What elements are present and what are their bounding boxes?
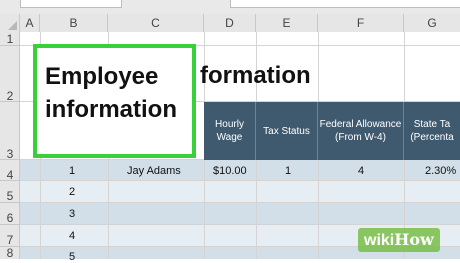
row-header-4[interactable]: 4 xyxy=(0,160,20,182)
row-header-6[interactable]: 6 xyxy=(0,203,20,225)
row-header-1[interactable]: 1 xyxy=(0,32,20,46)
formula-input[interactable] xyxy=(230,0,460,8)
cell-employee-name[interactable]: Jay Adams xyxy=(127,165,181,177)
header-hourly-wage[interactable]: Hourly Wage xyxy=(204,102,256,160)
row-header-3[interactable]: 3 xyxy=(0,102,20,161)
cell-number[interactable]: 2 xyxy=(69,186,75,198)
row-headers: 1 2 3 4 5 6 7 8 xyxy=(0,32,20,259)
column-header-c[interactable]: C xyxy=(108,14,204,32)
row-header-8[interactable]: 8 xyxy=(0,247,20,259)
cell-number[interactable]: 5 xyxy=(69,251,75,263)
callout-line-1: Employee xyxy=(45,63,159,90)
callout-title-text: Employee information xyxy=(45,60,177,126)
title-cell-callout: Employee information xyxy=(33,44,196,158)
row-header-2[interactable]: 2 xyxy=(0,46,20,103)
row-header-5[interactable]: 5 xyxy=(0,181,20,203)
wikihow-watermark: wikiHow xyxy=(358,228,440,252)
header-tax-status[interactable]: Tax Status xyxy=(256,102,318,160)
column-header-d[interactable]: D xyxy=(204,14,256,32)
callout-line-2: information xyxy=(45,96,177,123)
watermark-wiki: wiki xyxy=(364,232,395,249)
column-header-g[interactable]: G xyxy=(404,14,460,32)
select-all-corner[interactable] xyxy=(0,14,20,32)
column-header-a[interactable]: A xyxy=(20,14,40,32)
cell-federal-allowance[interactable]: 4 xyxy=(358,165,364,177)
cell-hourly-wage[interactable]: $10.00 xyxy=(213,165,247,177)
cell-number[interactable]: 4 xyxy=(69,230,75,242)
row-header-7[interactable]: 7 xyxy=(0,225,20,247)
column-header-b[interactable]: B xyxy=(40,14,108,32)
watermark-how: How xyxy=(394,230,434,249)
header-state-tax[interactable]: State Ta (Percenta xyxy=(404,102,460,160)
header-row: Hourly Wage Tax Status Federal Allowance… xyxy=(204,102,460,160)
grid-row-5 xyxy=(20,181,460,203)
formula-bar-area xyxy=(0,0,460,14)
header-federal-allowance[interactable]: Federal Allowance (From W-4) xyxy=(318,102,404,160)
column-header-e[interactable]: E xyxy=(256,14,318,32)
cell-tax-status[interactable]: 1 xyxy=(285,165,291,177)
cell-number[interactable]: 1 xyxy=(69,165,75,177)
cell-state-tax[interactable]: 2.30% xyxy=(425,165,456,177)
grid-row-6 xyxy=(20,203,460,225)
sheet-title-visible[interactable]: formation xyxy=(200,62,311,90)
column-header-f[interactable]: F xyxy=(318,14,404,32)
name-box[interactable] xyxy=(20,0,122,8)
cell-number[interactable]: 3 xyxy=(69,208,75,220)
column-headers: A B C D E F G xyxy=(0,14,460,33)
